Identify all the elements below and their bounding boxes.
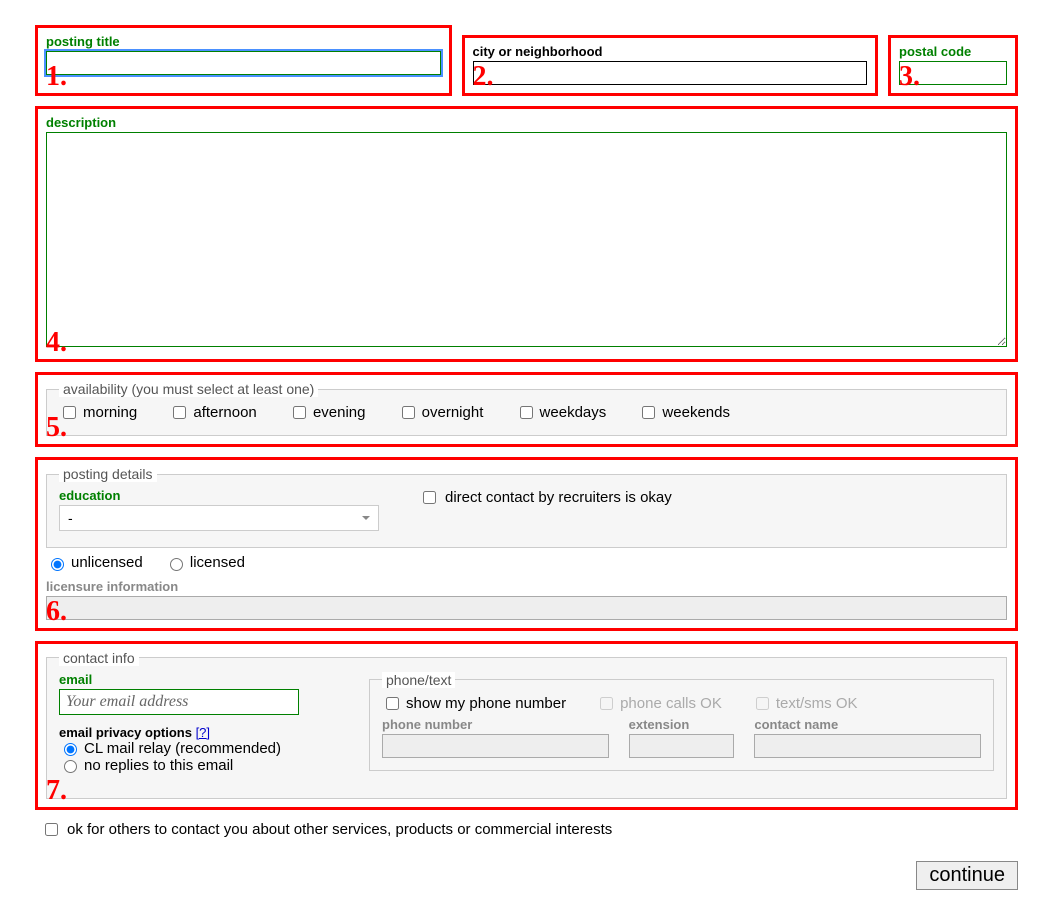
- licensure-input: [46, 596, 1007, 620]
- contact-name-input: [754, 734, 981, 758]
- privacy-options: CL mail relay (recommended) no replies t…: [59, 740, 339, 774]
- text-ok-option: text/sms OK: [752, 694, 858, 713]
- chevron-down-icon: [362, 516, 370, 520]
- phone-number-label: phone number: [382, 717, 609, 732]
- no-replies-option[interactable]: no replies to this email: [59, 757, 339, 774]
- education-block: education -: [59, 488, 379, 531]
- email-label: email: [59, 672, 339, 687]
- top-fields-row: posting title 1. city or neighborhood 2.…: [35, 25, 1018, 96]
- availability-option-overnight[interactable]: overnight: [398, 403, 484, 422]
- availability-option-weekdays[interactable]: weekdays: [516, 403, 607, 422]
- availability-option-morning[interactable]: morning: [59, 403, 137, 422]
- availability-fieldset: availability (you must select at least o…: [46, 381, 1007, 436]
- privacy-help-link[interactable]: [?]: [196, 725, 210, 740]
- continue-row: continue: [35, 861, 1018, 890]
- availability-legend: availability (you must select at least o…: [59, 381, 318, 397]
- posting-details-fieldset: posting details education - direct conta…: [46, 466, 1007, 548]
- city-box: city or neighborhood 2.: [462, 35, 879, 96]
- posting-title-input[interactable]: [46, 51, 441, 75]
- calls-ok-checkbox: [600, 697, 613, 710]
- extension-input: [629, 734, 735, 758]
- posting-title-box: posting title 1.: [35, 25, 452, 96]
- weekdays-checkbox[interactable]: [520, 406, 533, 419]
- continue-button[interactable]: continue: [916, 861, 1018, 890]
- availability-option-afternoon[interactable]: afternoon: [169, 403, 256, 422]
- extension-label: extension: [629, 717, 735, 732]
- email-privacy-heading: email privacy options [?]: [59, 725, 339, 740]
- availability-options: morning afternoon evening overnight week…: [59, 403, 994, 423]
- evening-checkbox[interactable]: [293, 406, 306, 419]
- recruiters-ok-checkbox[interactable]: [423, 491, 436, 504]
- postal-label: postal code: [899, 44, 1007, 59]
- licensure-label: licensure information: [46, 579, 1007, 594]
- morning-checkbox[interactable]: [63, 406, 76, 419]
- show-phone-option[interactable]: show my phone number: [382, 694, 566, 713]
- licensed-option[interactable]: licensed: [165, 554, 245, 571]
- description-box: description 4.: [35, 106, 1018, 362]
- licensure-block: licensure information: [46, 579, 1007, 620]
- ok-others-option[interactable]: ok for others to contact you about other…: [35, 820, 1018, 839]
- contact-columns: email email privacy options [?] CL mail …: [59, 672, 994, 774]
- calls-ok-option: phone calls OK: [596, 694, 722, 713]
- phone-column: phone/text show my phone number phone ca…: [369, 672, 994, 771]
- license-row: unlicensed licensed: [46, 554, 1007, 575]
- mail-relay-radio[interactable]: [64, 743, 77, 756]
- unlicensed-radio[interactable]: [51, 558, 64, 571]
- posting-details-box: posting details education - direct conta…: [35, 457, 1018, 631]
- contact-fieldset: contact info email email privacy options…: [46, 650, 1007, 799]
- availability-option-weekends[interactable]: weekends: [638, 403, 730, 422]
- contact-name-label: contact name: [754, 717, 981, 732]
- contact-box: contact info email email privacy options…: [35, 641, 1018, 810]
- mail-relay-option[interactable]: CL mail relay (recommended): [59, 740, 339, 757]
- overnight-checkbox[interactable]: [402, 406, 415, 419]
- phone-legend: phone/text: [382, 672, 455, 688]
- text-ok-checkbox: [756, 697, 769, 710]
- availability-box: availability (you must select at least o…: [35, 372, 1018, 447]
- phone-check-row: show my phone number phone calls OK text…: [382, 694, 981, 713]
- availability-option-evening[interactable]: evening: [289, 403, 366, 422]
- licensed-radio[interactable]: [170, 558, 183, 571]
- show-phone-checkbox[interactable]: [386, 697, 399, 710]
- description-textarea[interactable]: [46, 132, 1007, 347]
- weekends-checkbox[interactable]: [642, 406, 655, 419]
- unlicensed-option[interactable]: unlicensed: [46, 554, 143, 571]
- recruiters-ok-option[interactable]: direct contact by recruiters is okay: [419, 488, 672, 507]
- postal-box: postal code 3.: [888, 35, 1018, 96]
- phone-fieldset: phone/text show my phone number phone ca…: [369, 672, 994, 771]
- afternoon-checkbox[interactable]: [173, 406, 186, 419]
- contact-legend: contact info: [59, 650, 139, 666]
- no-replies-radio[interactable]: [64, 760, 77, 773]
- phone-fields-row: phone number extension contact name: [382, 717, 981, 758]
- city-input[interactable]: [473, 61, 868, 85]
- postal-input[interactable]: [899, 61, 1007, 85]
- education-select[interactable]: -: [59, 505, 379, 531]
- description-label: description: [46, 115, 1007, 130]
- posting-details-row: education - direct contact by recruiters…: [59, 488, 994, 531]
- phone-number-input: [382, 734, 609, 758]
- email-column: email email privacy options [?] CL mail …: [59, 672, 339, 774]
- ok-others-checkbox[interactable]: [45, 823, 58, 836]
- posting-details-legend: posting details: [59, 466, 157, 482]
- posting-title-label: posting title: [46, 34, 441, 49]
- city-label: city or neighborhood: [473, 44, 868, 59]
- education-selected-value: -: [68, 510, 73, 526]
- email-input[interactable]: [59, 689, 299, 715]
- education-label: education: [59, 488, 379, 503]
